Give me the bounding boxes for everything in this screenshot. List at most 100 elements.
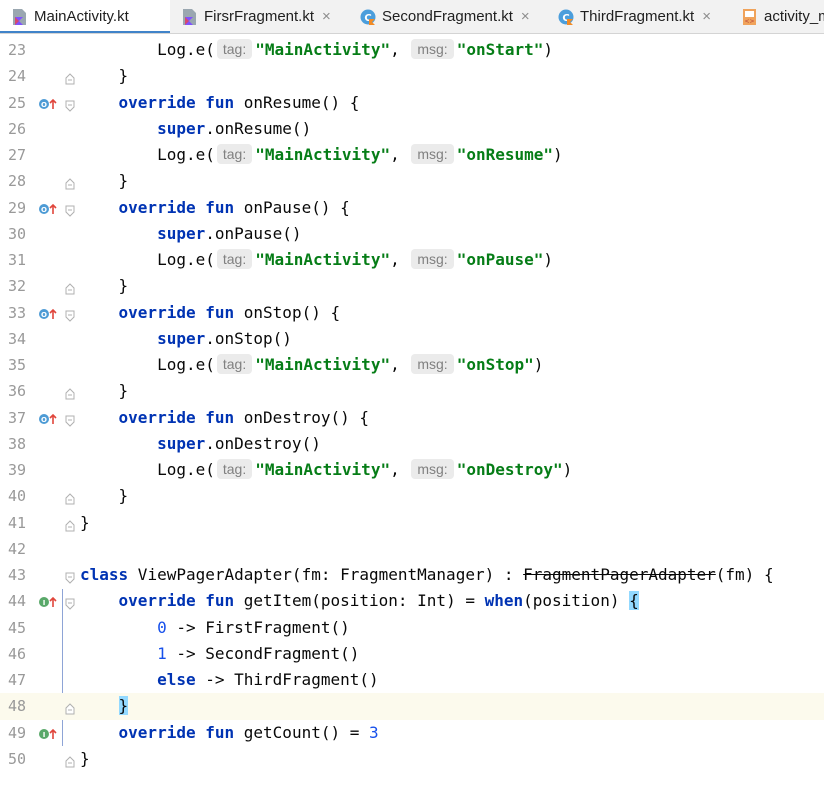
close-icon[interactable]: × [521, 8, 530, 25]
string-literal: "MainActivity" [255, 40, 391, 59]
fold-end-icon[interactable] [65, 753, 75, 768]
tab-activity-m[interactable]: <> activity_m [730, 0, 824, 33]
fold-collapse-icon[interactable] [65, 412, 75, 427]
code-text: override fun onDestroy() { [80, 405, 369, 431]
line-number: 30 [8, 224, 27, 243]
tab-mainactivity-kt[interactable]: MainActivity.kt [0, 0, 170, 33]
svg-text:I: I [43, 731, 46, 739]
code-line: 30 super.onPause() [0, 221, 824, 247]
matched-brace: } [118, 696, 129, 716]
line-number: 50 [8, 749, 27, 768]
keyword: when [484, 591, 524, 611]
override-method-icon[interactable]: O [38, 411, 58, 425]
svg-text:I: I [43, 599, 46, 607]
fold-end-icon[interactable] [65, 517, 75, 531]
keyword: fun [205, 591, 235, 611]
keyword: override [118, 197, 196, 217]
line-number: 43 [8, 566, 27, 584]
fold-end-icon[interactable] [65, 175, 75, 190]
fold-collapse-icon[interactable] [65, 202, 75, 217]
fold-end-icon[interactable] [65, 70, 75, 85]
code-text: class ViewPagerAdapter(fm: FragmentManag… [80, 562, 774, 588]
code-segment: onDestroy() { [234, 407, 369, 427]
fold-end-icon[interactable] [65, 385, 75, 400]
tab-label: SecondFragment.kt [382, 8, 513, 25]
svg-text:O: O [41, 206, 47, 214]
line-number: 37 [8, 408, 27, 427]
code-text: 1 -> SecondFragment() [80, 641, 359, 667]
line-number: 23 [8, 41, 27, 59]
override-method-icon[interactable]: O [38, 96, 58, 110]
fold-end-icon[interactable] [65, 280, 75, 295]
override-method-icon[interactable]: O [38, 201, 58, 215]
close-icon[interactable]: × [702, 8, 711, 25]
kotlin-file-icon [12, 8, 28, 26]
code-text: } [80, 168, 129, 194]
punct: , [390, 460, 400, 479]
tab-secondfragment-kt[interactable]: C SecondFragment.kt × [348, 0, 546, 33]
code-line: 41} [0, 510, 824, 536]
override-method-icon[interactable]: O [38, 306, 58, 320]
param-hint-tag: tag: [216, 354, 253, 374]
code-segment: } [80, 748, 90, 768]
call-text: Log.e( [157, 250, 215, 269]
line-number: 48 [8, 697, 27, 716]
param-hint-tag: tag: [216, 39, 253, 59]
fold-end-icon[interactable] [65, 490, 75, 505]
code-line: 38 super.onDestroy() [0, 431, 824, 457]
punct: ) [533, 355, 544, 374]
line-number: 40 [8, 487, 27, 506]
line-number: 46 [8, 644, 27, 663]
keyword: else [157, 670, 196, 689]
line-number: 41 [8, 513, 27, 532]
keyword: override [118, 591, 196, 611]
kotlin-file-icon [182, 8, 198, 26]
call-text: Log.e( [157, 145, 215, 164]
punct: ) [543, 40, 554, 59]
matched-brace: { [629, 591, 639, 611]
fold-collapse-icon[interactable] [65, 97, 75, 112]
keyword: fun [205, 197, 235, 217]
punct: , [390, 250, 400, 269]
param-hint-msg: msg: [411, 249, 454, 269]
code-segment: onResume() { [234, 92, 360, 112]
implement-method-icon[interactable]: I [38, 594, 58, 608]
code-line: 44 I override fun getItem(position: Int) … [0, 588, 824, 614]
fold-collapse-icon[interactable] [65, 307, 75, 322]
number-literal: 3 [369, 722, 379, 742]
punct: ) [553, 145, 563, 164]
string-literal: "MainActivity" [255, 355, 391, 374]
fold-collapse-icon[interactable] [65, 569, 75, 584]
tab-thirdfragment-kt[interactable]: C ThirdFragment.kt × [546, 0, 730, 33]
close-icon[interactable]: × [322, 8, 331, 25]
code-segment: -> FirstFragment() [166, 617, 350, 637]
string-literal: "MainActivity" [255, 460, 391, 479]
implement-method-icon[interactable]: I [38, 726, 58, 740]
code-line: 50} [0, 746, 824, 772]
param-hint-tag: tag: [216, 144, 253, 164]
line-number: 39 [8, 461, 27, 479]
code-text: Log.e(tag: "MainActivity", msg: "onPause") [80, 247, 553, 273]
code-editor[interactable]: 23 Log.e(tag: "MainActivity", msg: "onStar… [0, 34, 824, 796]
code-text: override fun onPause() { [80, 195, 350, 221]
tab-firsrfragment-kt[interactable]: FirsrFragment.kt × [170, 0, 348, 33]
code-line: 23 Log.e(tag: "MainActivity", msg: "onStar… [0, 37, 824, 63]
keyword: override [118, 92, 196, 112]
keyword: override [118, 302, 196, 322]
code-segment: (fm) { [715, 565, 774, 584]
code-text: else -> ThirdFragment() [80, 667, 379, 693]
fold-end-icon[interactable] [65, 700, 75, 715]
code-line: 31 Log.e(tag: "MainActivity", msg: "onPaus… [0, 247, 824, 273]
code-segment: onStop() { [234, 302, 341, 322]
code-line: 42 [0, 536, 824, 562]
code-line: 25 O override fun onResume() { [0, 90, 824, 116]
fold-collapse-icon[interactable] [65, 595, 75, 610]
code-text: super.onDestroy() [80, 431, 321, 457]
tab-label: ThirdFragment.kt [580, 8, 695, 25]
